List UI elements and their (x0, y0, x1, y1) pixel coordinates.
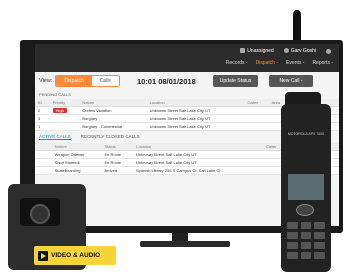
new-call-button[interactable]: New Call - (269, 75, 313, 87)
menu-records[interactable]: Records - (226, 60, 248, 66)
cell-nature: Burglary - Commercial (79, 122, 147, 131)
view-controls: View: Dispatch Calls 10:01 08/01/2018 Up… (35, 72, 339, 90)
cell-priority (49, 122, 80, 131)
keypad-key (314, 232, 325, 239)
product-scene: Unassigned Garv Goshi Records - Dispatch… (0, 0, 343, 276)
play-icon (38, 250, 48, 261)
cell-location: Spanish Library 255 S Campus Ct, Salt La… (132, 166, 263, 175)
view-label: View: (39, 78, 53, 84)
menu-dispatch[interactable]: Dispatch - (256, 60, 279, 66)
priority-badge: High (52, 108, 67, 113)
user-icon (283, 48, 289, 54)
keypad-key (300, 222, 312, 229)
toggle-calls[interactable]: Calls (91, 76, 119, 86)
cell-blank (35, 166, 44, 175)
main-menu: Records - Dispatch - Events - Reports - (226, 60, 333, 66)
update-status-button[interactable]: Update Status (212, 75, 259, 87)
cell-caller (244, 114, 269, 123)
cell-blank (43, 166, 52, 175)
two-way-radio: MOTOROLA APX 7000 (281, 104, 331, 272)
menu-events[interactable]: Events - (286, 60, 304, 66)
cell-nature: Skateboarding (51, 166, 102, 175)
keypad-key (300, 242, 312, 249)
keypad-key (287, 252, 298, 259)
clock-display: 10:01 08/01/2018 (136, 76, 196, 86)
col-status[interactable]: Status (101, 143, 133, 151)
radio-model-label: MOTOROLA APX 7000 (287, 132, 325, 136)
tab-recently-closed[interactable]: RECENTLY CLOSED CALLS (81, 134, 140, 140)
keypad-key (314, 222, 325, 229)
unassigned-label: Unassigned (247, 48, 274, 54)
view-toggle: Dispatch Calls (55, 75, 120, 87)
cell-blank (35, 158, 44, 167)
cell-priority: High (49, 106, 80, 115)
toggle-dispatch[interactable]: Dispatch (56, 76, 92, 86)
badge-text: VIDEO & AUDIO (51, 252, 101, 259)
monitor-stand-base (140, 241, 230, 247)
radio-keypad (287, 222, 325, 259)
cell-blank (43, 150, 52, 159)
cell-location: Unknown Street Salt Lake City UT (146, 114, 245, 123)
cell-location: Unknown Street Salt Lake City UT (132, 150, 263, 159)
cell-nature: Short Mamedi (51, 158, 102, 167)
keypad-key (287, 232, 298, 239)
cell-blank (43, 158, 52, 167)
motorola-logo-icon (296, 204, 314, 216)
col-id[interactable]: ID (35, 99, 50, 107)
tab-active-calls[interactable]: ACTIVE CALLS (39, 134, 71, 140)
col-nature[interactable]: Nature (79, 99, 147, 107)
keypad-key (287, 242, 298, 249)
col-priority[interactable]: Priority (49, 99, 80, 107)
keypad-key (300, 232, 312, 239)
cell-status: En Route (101, 158, 133, 167)
col-nature[interactable]: Nature (51, 143, 102, 151)
col-blank-a (35, 143, 44, 151)
user-row: Unassigned Garv Goshi (240, 48, 333, 54)
cell-nature: Weapon Offense (51, 150, 102, 159)
cell-caller (244, 122, 269, 131)
radio-display (288, 174, 324, 200)
col-location[interactable]: Location (132, 143, 263, 151)
col-caller[interactable]: Caller (244, 99, 269, 107)
unassigned-status[interactable]: Unassigned (240, 48, 274, 54)
keypad-key (314, 242, 325, 249)
cell-location: Unknown Street Salt Lake City UT (146, 106, 245, 115)
cell-id: 3 (35, 114, 50, 123)
top-navbar: Unassigned Garv Goshi Records - Dispatch… (35, 44, 339, 72)
keypad-key (300, 252, 312, 259)
video-audio-badge: VIDEO & AUDIO (34, 246, 116, 265)
col-blank-b (43, 143, 52, 151)
cell-location: Unknown Street Salt Lake City UT (132, 158, 263, 167)
col-location[interactable]: Location (146, 99, 245, 107)
cell-nature: Burglary (79, 114, 147, 123)
cell-status: En Route (101, 150, 133, 159)
keypad-key (287, 222, 298, 229)
cell-id: 1 (35, 122, 50, 131)
cell-location: Unknown Street Salt Lake City UT (146, 122, 245, 131)
cell-blank (35, 150, 44, 159)
gear-icon[interactable] (326, 48, 331, 54)
camera-lens-icon (20, 198, 60, 226)
cell-caller (244, 106, 269, 115)
keypad-key (314, 252, 325, 259)
user-name: Garv Goshi (290, 48, 316, 54)
menu-reports[interactable]: Reports - (312, 60, 333, 66)
cell-id: 2 (35, 106, 50, 115)
cell-status: Arrived (101, 166, 133, 175)
unit-icon (240, 48, 246, 54)
cell-nature: Curfew Violation (79, 106, 147, 115)
user-menu[interactable]: Garv Goshi (283, 48, 316, 54)
cell-priority (49, 114, 80, 123)
